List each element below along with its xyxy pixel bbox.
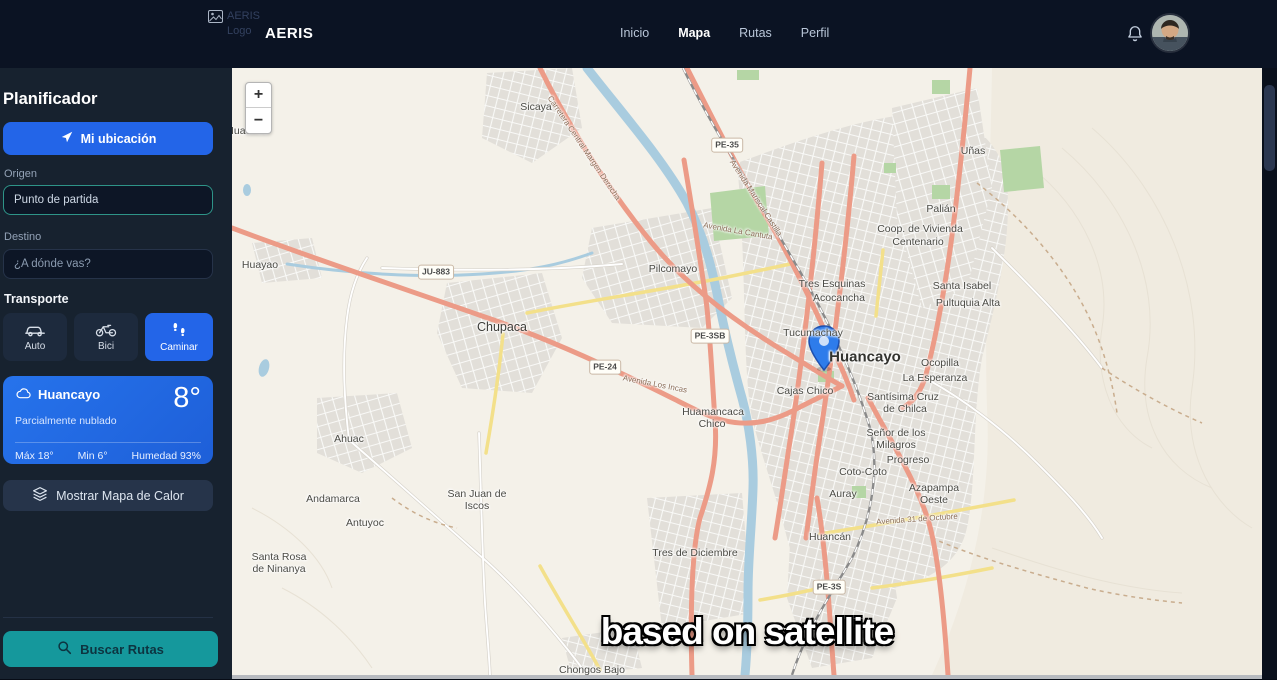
destination-label: Destino bbox=[4, 231, 41, 243]
subtitle-caption: based on satellite bbox=[601, 611, 894, 653]
brand-title: AERIS bbox=[265, 25, 313, 42]
bike-icon bbox=[95, 322, 117, 337]
weather-humidity: Humedad 93% bbox=[132, 450, 201, 462]
mode-bici-button[interactable]: Bici bbox=[74, 313, 138, 361]
vertical-scrollbar[interactable] bbox=[1262, 68, 1277, 680]
car-icon bbox=[24, 323, 46, 337]
vertical-scrollbar-thumb[interactable] bbox=[1264, 85, 1275, 171]
avatar[interactable] bbox=[1152, 15, 1188, 51]
weather-temp: 8° bbox=[173, 384, 201, 413]
search-routes-button[interactable]: Buscar Rutas bbox=[3, 631, 218, 667]
sidebar-divider bbox=[3, 617, 213, 618]
planner-sidebar: Planificador Mi ubicación Origen Destino… bbox=[0, 68, 232, 680]
footsteps-icon bbox=[171, 322, 187, 338]
bell-icon[interactable] bbox=[1126, 24, 1144, 48]
heatmap-button[interactable]: Mostrar Mapa de Calor bbox=[3, 480, 213, 511]
search-icon bbox=[57, 640, 72, 658]
destination-input[interactable] bbox=[3, 249, 213, 279]
nav-rutas[interactable]: Rutas bbox=[739, 26, 772, 40]
origin-label: Origen bbox=[4, 168, 37, 180]
nav-mapa[interactable]: Mapa bbox=[678, 26, 710, 40]
mode-auto-button[interactable]: Auto bbox=[3, 313, 67, 361]
nav-inicio[interactable]: Inicio bbox=[620, 26, 649, 40]
logo-alt-text: AERIS Logo bbox=[207, 9, 263, 39]
navigation-arrow-icon bbox=[60, 130, 74, 147]
my-location-button[interactable]: Mi ubicación bbox=[3, 122, 213, 155]
mode-caminar-button[interactable]: Caminar bbox=[145, 313, 213, 361]
map-area: HuachacSicayaHuayaoPilcomayoChupacaHuama… bbox=[232, 68, 1262, 675]
main-nav: Inicio Mapa Rutas Perfil bbox=[620, 26, 829, 40]
nav-perfil[interactable]: Perfil bbox=[801, 26, 829, 40]
map-zoom-control: + − bbox=[245, 82, 272, 134]
transport-modes: Auto Bici Caminar bbox=[3, 313, 213, 361]
top-navbar: AERIS Logo AERIS Inicio Mapa Rutas Perfi… bbox=[0, 0, 1277, 68]
transport-label: Transporte bbox=[4, 292, 69, 306]
weather-max: Máx 18° bbox=[15, 450, 54, 462]
weather-condition: Parcialmente nublado bbox=[15, 415, 201, 427]
origin-input[interactable] bbox=[3, 185, 213, 215]
weather-card: Huancayo 8° Parcialmente nublado Máx 18°… bbox=[3, 376, 213, 464]
sidebar-title: Planificador bbox=[3, 90, 97, 109]
weather-city: Huancayo bbox=[38, 387, 100, 402]
layers-icon bbox=[32, 486, 48, 505]
cloud-icon bbox=[15, 386, 32, 405]
map-canvas[interactable] bbox=[232, 68, 1262, 675]
zoom-in-button[interactable]: + bbox=[246, 83, 271, 108]
aeris-app: AERIS Logo AERIS Inicio Mapa Rutas Perfi… bbox=[0, 0, 1277, 680]
zoom-out-button[interactable]: − bbox=[246, 108, 271, 133]
weather-min: Min 6° bbox=[78, 450, 108, 462]
